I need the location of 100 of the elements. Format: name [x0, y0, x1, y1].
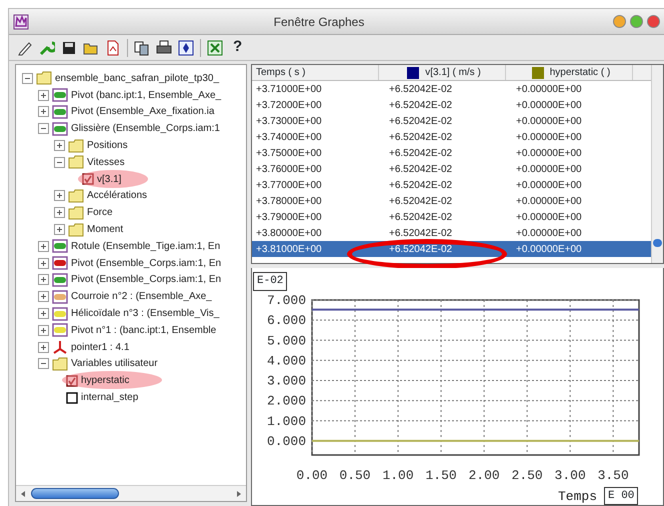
copy-icon[interactable]: [134, 40, 150, 56]
expand-icon[interactable]: [38, 342, 49, 353]
axes-icon: [52, 340, 68, 354]
tree-item-label[interactable]: v[3.1]: [97, 172, 122, 187]
x-tick-label: 0.50: [339, 468, 371, 483]
table-row[interactable]: +3.71000E+00 +6.52042E-02 +0.00000E+00: [252, 81, 651, 97]
folder-icon: [68, 155, 84, 170]
table-row[interactable]: +3.75000E+00 +6.52042E-02 +0.00000E+00: [252, 145, 651, 161]
expand-icon[interactable]: [38, 258, 49, 269]
folder-icon: [68, 188, 84, 203]
expand-icon[interactable]: [54, 207, 65, 218]
tree-item-label[interactable]: pointer1 : 4.1: [71, 340, 130, 355]
tree-item-label[interactable]: hyperstatic: [81, 373, 130, 388]
tree-item-label[interactable]: Accélérations: [87, 188, 148, 204]
table-cell-text: +6.52042E-02: [388, 146, 454, 160]
tree-item-label[interactable]: Moment: [87, 222, 124, 238]
checkbox[interactable]: [66, 392, 78, 404]
table-row[interactable]: +3.77000E+00 +6.52042E-02 +0.00000E+00: [252, 177, 651, 193]
horizontal-scrollbar[interactable]: [16, 485, 246, 501]
table-cell-text: +3.79000E+00: [255, 210, 323, 224]
wrench-icon[interactable]: [39, 40, 55, 56]
scroll-right-icon[interactable]: [235, 490, 243, 498]
expand-icon[interactable]: [38, 106, 49, 118]
spreadsheet-icon[interactable]: [207, 40, 223, 56]
collapse-icon[interactable]: [54, 156, 65, 168]
table-cell-text: +6.52042E-02: [388, 82, 454, 96]
expand-icon[interactable]: [54, 190, 65, 202]
tree-item-label[interactable]: Courroie n°2 : (Ensemble_Axe_: [71, 289, 212, 304]
column-header[interactable]: hyperstatic ( ): [506, 65, 633, 80]
document-icon[interactable]: [105, 40, 121, 56]
collapse-icon[interactable]: [22, 72, 33, 84]
minimize-button[interactable]: [613, 15, 626, 28]
tree-item-label[interactable]: Force: [87, 205, 113, 220]
expand-icon[interactable]: [38, 291, 49, 302]
x-axis-label: Temps: [558, 489, 597, 504]
expand-icon[interactable]: [54, 140, 65, 152]
save-icon[interactable]: [61, 40, 77, 56]
column-header[interactable]: v[3.1] ( m/s ): [379, 65, 506, 80]
table-cell-text: +3.76000E+00: [255, 162, 323, 176]
x-tick-label: 1.00: [382, 468, 414, 483]
table-row[interactable]: +3.74000E+00 +6.52042E-02 +0.00000E+00: [252, 129, 651, 145]
column-header[interactable]: Temps ( s ): [252, 65, 379, 80]
table-row[interactable]: +3.72000E+00 +6.52042E-02 +0.00000E+00: [252, 97, 651, 113]
table-cell-text: +0.00000E+00: [515, 146, 583, 160]
table-cell-text: +6.52042E-02: [388, 226, 454, 240]
table-row[interactable]: +3.80000E+00 +6.52042E-02 +0.00000E+00: [252, 225, 651, 241]
checkbox[interactable]: [82, 173, 94, 186]
table-row[interactable]: +3.79000E+00 +6.52042E-02 +0.00000E+00: [252, 209, 651, 225]
table-cell-text: +0.00000E+00: [515, 130, 583, 144]
table-row[interactable]: +3.73000E+00 +6.52042E-02 +0.00000E+00: [252, 113, 651, 129]
table-cell-text: +6.52042E-02: [388, 242, 454, 256]
table-cell-text: +3.80000E+00: [255, 226, 323, 240]
expand-icon[interactable]: [38, 90, 49, 101]
tree-item-label[interactable]: Glissière (Ensemble_Corps.iam:1: [71, 121, 220, 136]
selected-row[interactable]: +3.81000E+00 +6.52042E-02 +0.00000E+00: [252, 241, 651, 257]
print-icon[interactable]: [156, 40, 172, 56]
tree-item-label[interactable]: Rotule (Ensemble_Tige.iam:1, En: [71, 238, 220, 254]
x-tick-label: 1.50: [425, 468, 457, 483]
help-button[interactable]: ?: [229, 36, 246, 59]
tree-item-label[interactable]: Hélicoïdale n°3 : (Ensemble_Vis_: [71, 306, 220, 322]
tree-item-label[interactable]: Positions: [87, 138, 128, 154]
table-cell-text: +6.52042E-02: [388, 194, 454, 208]
tree-item-label[interactable]: Pivot (Ensemble_Axe_fixation.ia: [71, 104, 214, 120]
table-cell-text: +6.52042E-02: [388, 130, 454, 144]
y-tick-label: 3.000: [266, 374, 306, 389]
tree-item-label[interactable]: ensemble_banc_safran_pilote_tp30_: [55, 70, 220, 86]
checkbox[interactable]: [66, 374, 78, 387]
vertical-scrollbar[interactable]: [651, 65, 663, 263]
table-cell-text: +0.00000E+00: [515, 226, 583, 240]
collapse-icon[interactable]: [38, 123, 49, 134]
folder-icon: [68, 206, 84, 220]
tree-item-label[interactable]: Pivot (Ensemble_Corps.iam:1, En: [71, 256, 222, 271]
tree-item-label[interactable]: Variables utilisateur: [71, 356, 158, 372]
table-cell-text: +3.78000E+00: [255, 194, 323, 208]
table-row[interactable]: +3.76000E+00 +6.52042E-02 +0.00000E+00: [252, 161, 651, 177]
table-cell-text: +0.00000E+00: [515, 162, 583, 176]
expand-icon[interactable]: [38, 240, 49, 252]
tree-item-label[interactable]: Pivot n°1 : (banc.ipt:1, Ensemble: [71, 322, 216, 338]
tree-item-label[interactable]: Vitesses: [87, 154, 125, 170]
table-cell-text: +6.52042E-02: [388, 98, 454, 112]
close-button[interactable]: [647, 15, 660, 28]
zoom-fit-icon[interactable]: [178, 40, 194, 56]
table-cell-text: +6.52042E-02: [388, 162, 454, 176]
tree-item-label[interactable]: Pivot (banc.ipt:1, Ensemble_Axe_: [71, 88, 222, 103]
table-cell-text: +0.00000E+00: [515, 114, 583, 128]
expand-icon[interactable]: [54, 224, 65, 236]
expand-icon[interactable]: [38, 324, 49, 336]
tree-item-label[interactable]: Pivot (Ensemble_Corps.iam:1, En: [71, 272, 222, 288]
scroll-left-icon[interactable]: [19, 490, 27, 498]
expand-icon[interactable]: [38, 274, 49, 286]
pencil-icon[interactable]: [17, 40, 33, 56]
tree-item-label[interactable]: internal_step: [81, 390, 138, 406]
expand-icon[interactable]: [38, 308, 49, 320]
collapse-icon[interactable]: [38, 358, 49, 370]
zoom-button[interactable]: [630, 15, 643, 28]
y-tick-label: 5.000: [266, 333, 306, 348]
table-cell-text: +0.00000E+00: [515, 82, 583, 96]
table-row[interactable]: +3.78000E+00 +6.52042E-02 +0.00000E+00: [252, 193, 651, 209]
table-cell-text: +3.74000E+00: [255, 130, 323, 144]
y-tick-label: 1.000: [266, 414, 306, 429]
